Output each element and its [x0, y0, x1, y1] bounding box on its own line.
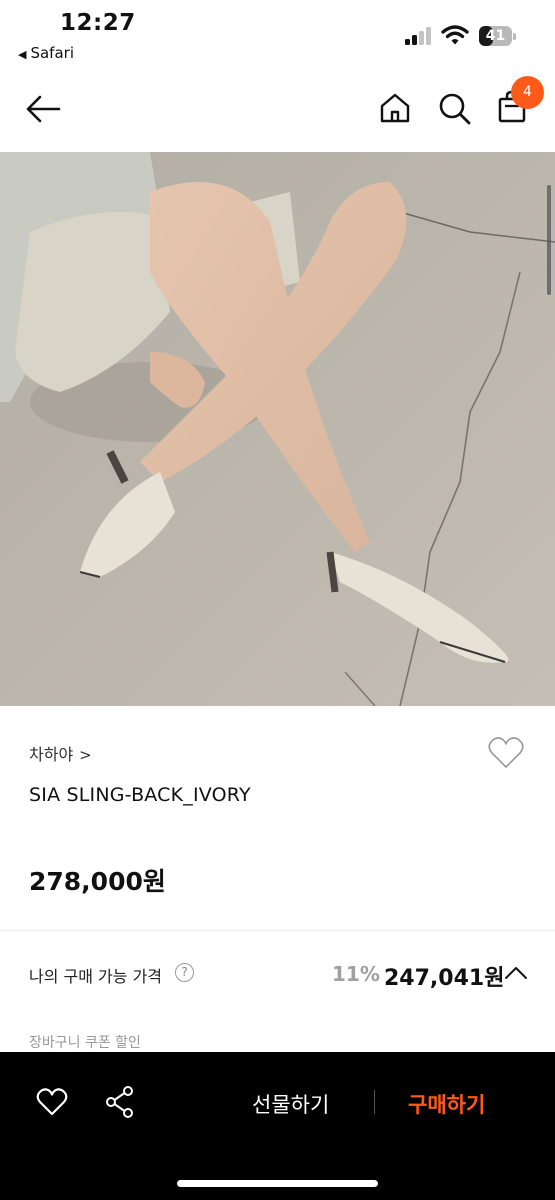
- status-bar: 12:27 ◀ Safari 41: [0, 0, 555, 70]
- discount-rate: 11%: [332, 962, 380, 986]
- scroll-indicator[interactable]: [547, 185, 551, 295]
- home-icon[interactable]: [379, 92, 411, 124]
- help-icon[interactable]: ?: [175, 963, 194, 982]
- product-photo: [0, 152, 555, 706]
- product-price: 278,000원: [29, 867, 166, 896]
- product-name: SIA SLING-BACK_IVORY: [29, 784, 251, 806]
- back-app-label: Safari: [30, 44, 74, 62]
- status-time: 12:27: [60, 10, 136, 36]
- my-price-value: 247,041원: [384, 966, 505, 991]
- battery-level: 41: [485, 28, 506, 44]
- share-icon[interactable]: [104, 1085, 136, 1119]
- gift-button[interactable]: 선물하기: [252, 1089, 329, 1119]
- back-triangle-icon: ◀: [18, 48, 27, 61]
- back-arrow-icon[interactable]: [25, 94, 61, 124]
- brand-name: 차하야: [29, 745, 74, 764]
- brand-link[interactable]: 차하야 >: [29, 741, 92, 765]
- chevron-up-icon[interactable]: [504, 965, 528, 981]
- search-icon[interactable]: [438, 92, 472, 126]
- back-to-app-link[interactable]: ◀ Safari: [18, 44, 74, 62]
- wishlist-heart-icon[interactable]: [487, 736, 525, 770]
- button-separator: [374, 1090, 375, 1114]
- bottom-action-bar: [0, 1052, 555, 1200]
- buy-button[interactable]: 구매하기: [408, 1089, 485, 1119]
- divider: [0, 930, 555, 931]
- cellular-signal-icon: [405, 27, 433, 45]
- home-indicator[interactable]: [177, 1180, 378, 1187]
- product-hero-image[interactable]: [0, 152, 555, 706]
- cart-count-badge: 4: [511, 76, 544, 109]
- heart-icon[interactable]: [36, 1088, 68, 1116]
- battery-indicator: 41: [479, 26, 516, 46]
- cart-coupon-label: 장바구니 쿠폰 할인: [29, 1035, 141, 1051]
- wifi-icon: [441, 25, 469, 45]
- my-price-label: 나의 구매 가능 가격: [29, 967, 163, 986]
- brand-chevron: >: [79, 746, 92, 764]
